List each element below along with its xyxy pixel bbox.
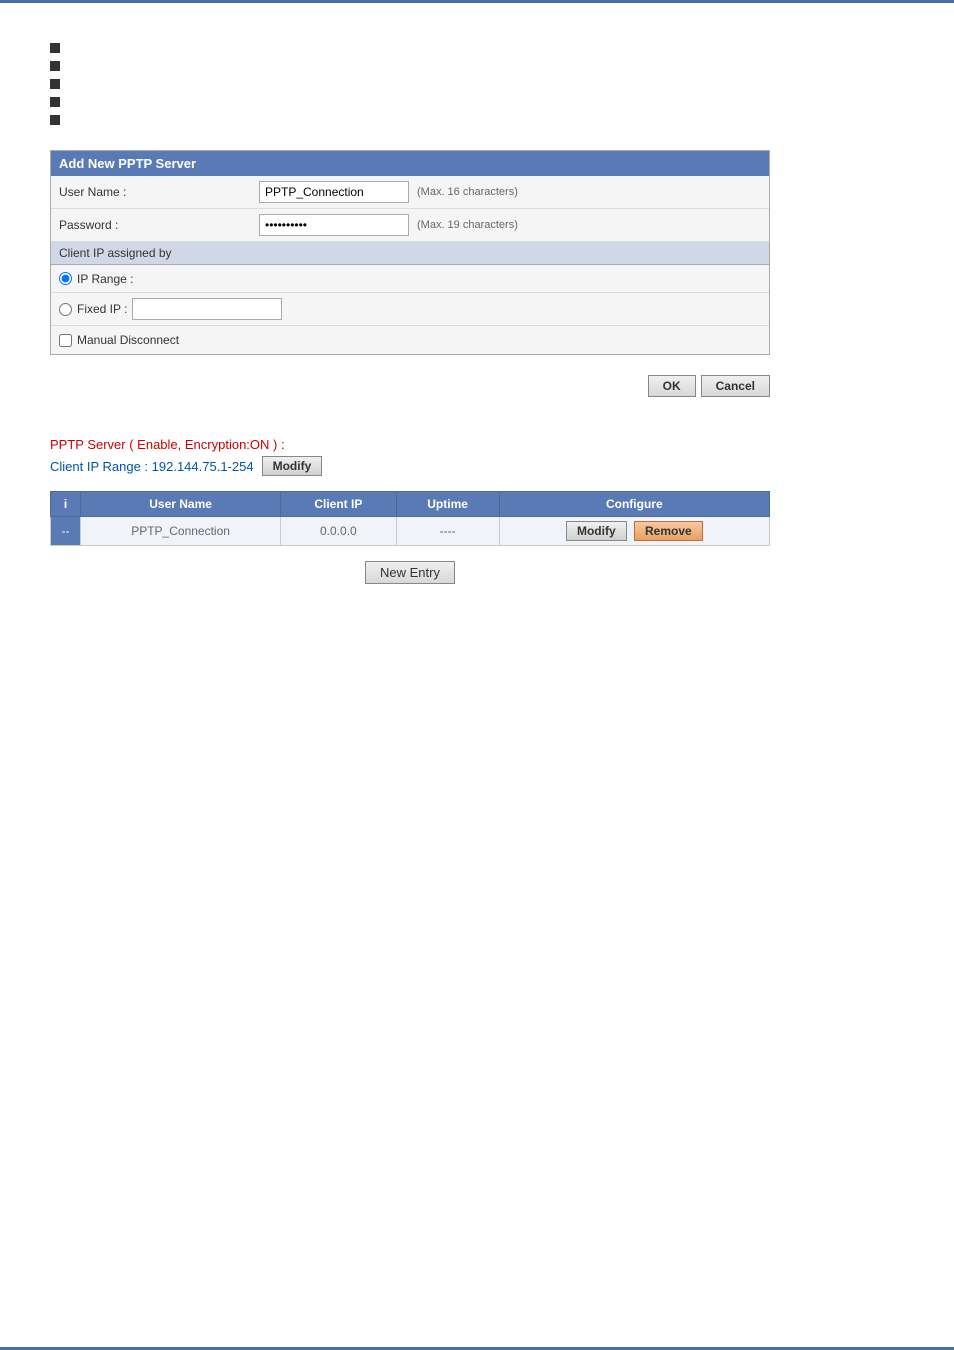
bullet-icon-5 (50, 115, 60, 125)
client-ip-modify-button[interactable]: Modify (262, 456, 323, 476)
bullet-list (50, 43, 904, 125)
form-header-title: Add New PPTP Server (59, 156, 196, 171)
pptp-users-table: i User Name Client IP Uptime Configure -… (50, 491, 770, 546)
col-header-username: User Name (81, 492, 281, 517)
table-cell-index: -- (51, 517, 81, 546)
table-header-row: i User Name Client IP Uptime Configure (51, 492, 770, 517)
fixed-ip-row: Fixed IP : (51, 293, 769, 326)
table-row: -- PPTP_Connection 0.0.0.0 ---- Modify R… (51, 517, 770, 546)
cancel-button[interactable]: Cancel (701, 375, 770, 397)
password-label: Password : (59, 218, 259, 232)
username-input-area: (Max. 16 characters) (259, 181, 518, 203)
bullet-icon-3 (50, 79, 60, 89)
table-cell-configure: Modify Remove (499, 517, 769, 546)
bullet-item-3 (50, 79, 904, 89)
pptp-status-line1: PPTP Server ( Enable, Encryption:ON ) : (50, 437, 904, 452)
bullet-item-5 (50, 115, 904, 125)
form-header: Add New PPTP Server (51, 151, 769, 176)
add-pptp-form: Add New PPTP Server User Name : (Max. 16… (50, 150, 770, 355)
col-header-configure: Configure (499, 492, 769, 517)
modify-row-button[interactable]: Modify (566, 521, 627, 541)
bullet-item-2 (50, 61, 904, 71)
manual-disconnect-checkbox[interactable] (59, 334, 72, 347)
client-ip-section-label: Client IP assigned by (59, 246, 172, 260)
new-entry-button[interactable]: New Entry (365, 561, 455, 584)
ip-range-label[interactable]: IP Range : (59, 272, 133, 286)
ip-range-radio[interactable] (59, 272, 72, 285)
ip-range-row: IP Range : (51, 265, 769, 293)
pptp-status-line2: Client IP Range : 192.144.75.1-254 Modif… (50, 456, 904, 476)
form-buttons-area: OK Cancel (50, 375, 770, 397)
table-cell-uptime: ---- (396, 517, 499, 546)
fixed-ip-text: Fixed IP : (77, 302, 127, 316)
fixed-ip-label-wrapper[interactable]: Fixed IP : (59, 302, 127, 316)
username-input[interactable] (259, 181, 409, 203)
client-ip-section-header: Client IP assigned by (51, 242, 769, 265)
ip-range-text: IP Range : (77, 272, 133, 286)
remove-row-button[interactable]: Remove (634, 521, 703, 541)
col-header-client-ip: Client IP (281, 492, 396, 517)
page-wrapper: Add New PPTP Server User Name : (Max. 16… (0, 0, 954, 1350)
password-hint: (Max. 19 characters) (417, 219, 518, 231)
password-input-area: (Max. 19 characters) (259, 214, 518, 236)
fixed-ip-input[interactable] (132, 298, 282, 320)
pptp-status-section: PPTP Server ( Enable, Encryption:ON ) : … (50, 437, 904, 476)
new-entry-area: New Entry (50, 561, 770, 584)
username-label: User Name : (59, 185, 259, 199)
manual-disconnect-text: Manual Disconnect (77, 333, 179, 347)
bullet-icon-1 (50, 43, 60, 53)
fixed-ip-radio[interactable] (59, 303, 72, 316)
username-hint: (Max. 16 characters) (417, 186, 518, 198)
content-area: Add New PPTP Server User Name : (Max. 16… (0, 3, 954, 644)
table-cell-username: PPTP_Connection (81, 517, 281, 546)
bullet-icon-2 (50, 61, 60, 71)
table-cell-client-ip: 0.0.0.0 (281, 517, 396, 546)
pptp-status-text: PPTP Server ( Enable, Encryption:ON ) : (50, 437, 285, 452)
password-row: Password : (Max. 19 characters) (51, 209, 769, 242)
bullet-item-1 (50, 43, 904, 53)
col-header-uptime: Uptime (396, 492, 499, 517)
manual-disconnect-row: Manual Disconnect (51, 326, 769, 354)
bullet-icon-4 (50, 97, 60, 107)
username-row: User Name : (Max. 16 characters) (51, 176, 769, 209)
password-input[interactable] (259, 214, 409, 236)
col-header-index: i (51, 492, 81, 517)
ok-button[interactable]: OK (648, 375, 696, 397)
manual-disconnect-label-wrapper[interactable]: Manual Disconnect (59, 333, 179, 347)
bullet-item-4 (50, 97, 904, 107)
pptp-client-ip-range: Client IP Range : 192.144.75.1-254 (50, 459, 254, 474)
